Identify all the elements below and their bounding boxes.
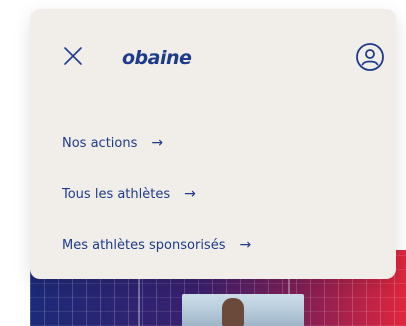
brand-logo[interactable]: obaine (122, 45, 192, 71)
menu-item-label: Nos actions (62, 135, 138, 151)
menu-list: Nos actions → Tous les athlètes → Mes at… (62, 130, 251, 283)
user-circle-icon (356, 43, 384, 71)
menu-item-nos-actions[interactable]: Nos actions → (62, 130, 251, 156)
close-menu-button[interactable] (61, 44, 85, 68)
athlete-photo (182, 294, 304, 326)
arrow-right-icon: → (151, 135, 164, 151)
close-icon (64, 47, 82, 65)
menu-item-label: Mes athlètes sponsorisés (62, 237, 226, 253)
athlete-figure (222, 298, 244, 326)
menu-item-mes-athletes-sponsorises[interactable]: Mes athlètes sponsorisés → (62, 232, 251, 258)
arrow-right-icon: → (239, 237, 252, 253)
menu-item-label: Tous les athlètes (62, 186, 171, 202)
menu-item-tous-les-athletes[interactable]: Tous les athlètes → (62, 181, 251, 207)
arrow-right-icon: → (184, 186, 196, 202)
account-button[interactable] (355, 42, 385, 72)
